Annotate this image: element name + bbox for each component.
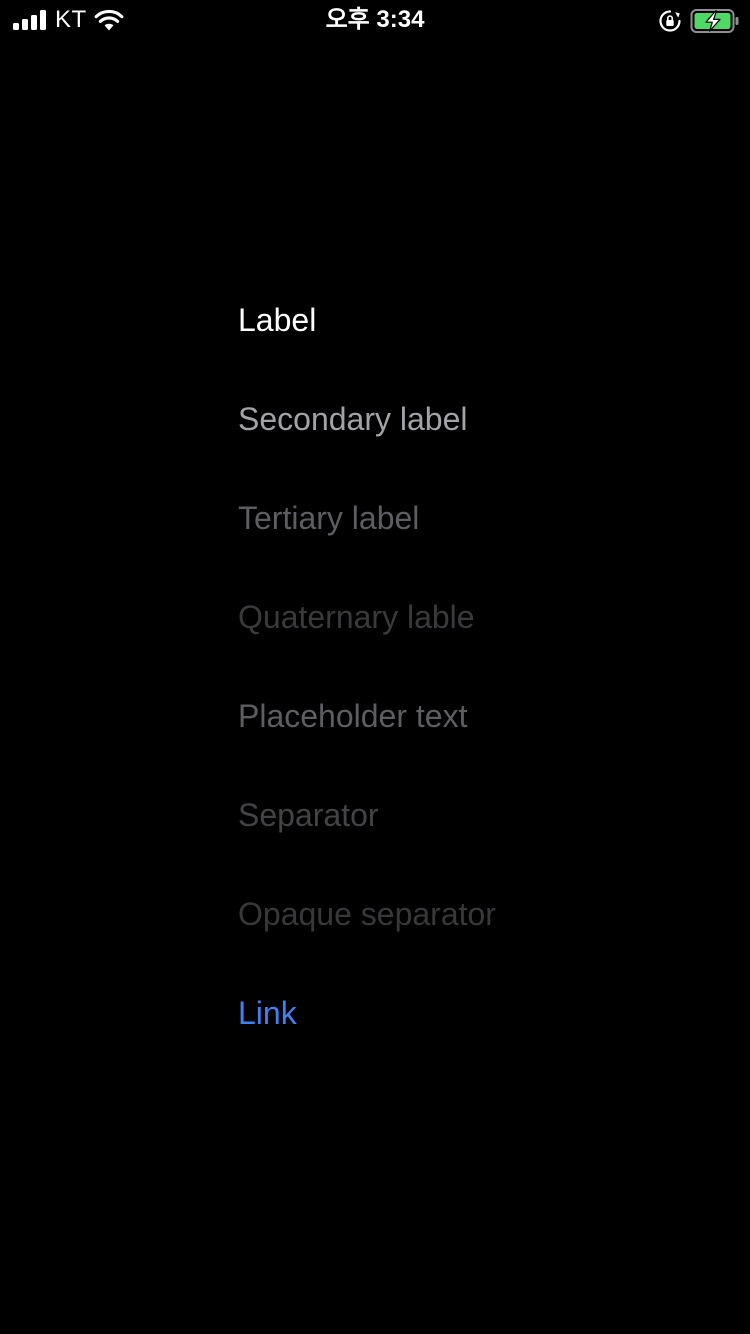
link-label[interactable]: Link — [238, 991, 297, 1035]
opaque-separator-label: Opaque separator — [238, 896, 496, 932]
primary-label: Label — [238, 302, 317, 338]
tertiary-label: Tertiary label — [238, 500, 420, 536]
placeholder-text-label: Placeholder text — [238, 698, 468, 734]
separator-label: Separator — [238, 797, 379, 833]
label-list: Label Secondary label Tertiary label Qua… — [238, 0, 718, 1334]
quaternary-label: Quaternary lable — [238, 599, 475, 635]
secondary-label: Secondary label — [238, 401, 468, 437]
